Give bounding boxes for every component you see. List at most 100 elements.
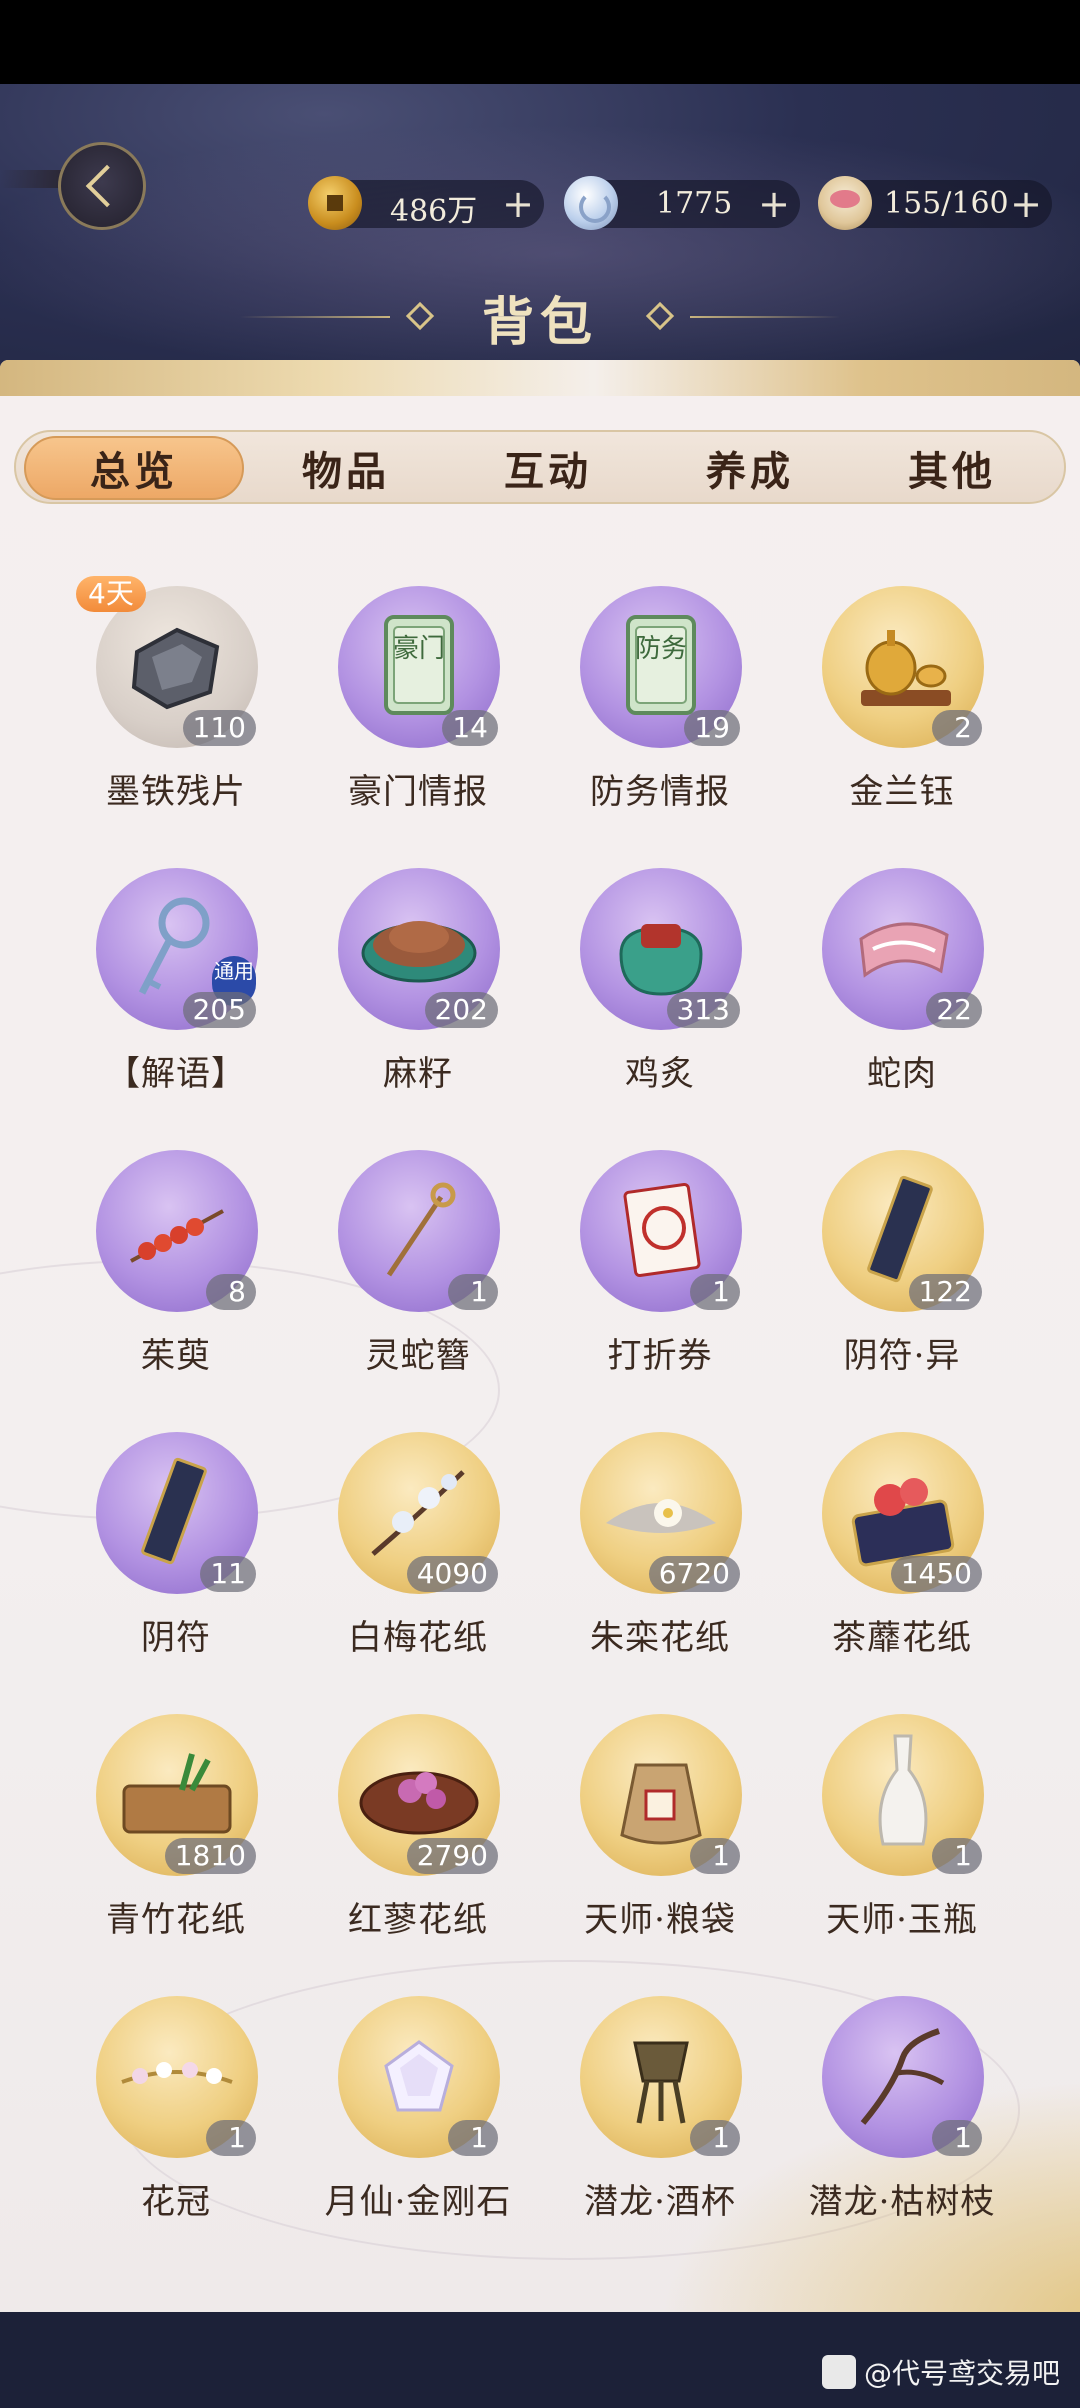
- inventory-item[interactable]: 22 蛇肉: [802, 868, 1002, 1098]
- inventory-item[interactable]: 1 打折券: [560, 1150, 760, 1380]
- item-name: 朱栾花纸: [590, 1618, 730, 1658]
- tab-cultivation[interactable]: 养成: [640, 436, 860, 500]
- tab-interaction[interactable]: 互动: [438, 436, 658, 500]
- item-name: 【解语】: [106, 1054, 246, 1094]
- inventory-item[interactable]: 1810 青竹花纸: [76, 1714, 276, 1944]
- currency-value: 486万: [390, 194, 478, 229]
- inventory-item[interactable]: 122 阴符·异: [802, 1150, 1002, 1380]
- item-count: 313: [666, 992, 740, 1028]
- item-name: 潜龙·枯树枝: [808, 2182, 996, 2222]
- back-button[interactable]: [58, 142, 146, 230]
- item-name: 天师·玉瓶: [826, 1900, 978, 1940]
- watermark: @代号鸢交易吧: [821, 2350, 1060, 2394]
- inventory-item[interactable]: 202 麻籽: [318, 868, 518, 1098]
- item-name: 青竹花纸: [106, 1900, 246, 1940]
- item-count: 1: [690, 1274, 740, 1310]
- inventory-item[interactable]: 2 金兰钰: [802, 586, 1002, 816]
- inventory-item[interactable]: 6720 朱栾花纸: [560, 1432, 760, 1662]
- currency-value: 1775: [656, 186, 733, 221]
- item-count: 1: [690, 1838, 740, 1874]
- item-name: 麻籽: [383, 1054, 453, 1094]
- item-name: 墨铁残片: [106, 772, 246, 812]
- item-count: 1: [448, 2120, 498, 2156]
- item-name: 防务情报: [590, 772, 730, 812]
- item-name: 潜龙·酒杯: [584, 2182, 736, 2222]
- item-name: 打折券: [607, 1336, 713, 1376]
- back-arrow-icon: [85, 164, 129, 208]
- inventory-item[interactable]: 通用 205 【解语】: [76, 868, 276, 1098]
- item-count: 11: [200, 1556, 256, 1592]
- inventory-item[interactable]: 1 天师·粮袋: [560, 1714, 760, 1944]
- item-count: 205: [182, 992, 256, 1028]
- add-copper-button[interactable]: +: [502, 182, 534, 226]
- tab-items[interactable]: 物品: [236, 436, 456, 500]
- inventory-item[interactable]: 110 4天墨铁残片: [76, 576, 276, 816]
- item-name: 白梅花纸: [348, 1618, 488, 1658]
- status-bar: [0, 0, 1080, 84]
- item-count: 6720: [648, 1556, 740, 1592]
- category-tabs: 总览 物品 互动 养成 其他: [14, 430, 1066, 504]
- inventory-item[interactable]: 2790 红蓼花纸: [318, 1714, 518, 1944]
- add-jade-button[interactable]: +: [758, 182, 790, 226]
- tab-overview[interactable]: 总览: [24, 436, 244, 500]
- item-name: 灵蛇簪: [365, 1336, 471, 1376]
- item-count: 1: [690, 2120, 740, 2156]
- item-name: 阴符: [141, 1618, 211, 1658]
- inventory-item[interactable]: 1 灵蛇簪: [318, 1150, 518, 1380]
- item-count: 8: [206, 1274, 256, 1310]
- item-name: 阴符·异: [843, 1336, 961, 1376]
- tieba-logo-icon: [821, 2355, 856, 2389]
- inventory-item[interactable]: 豪门 14 豪门情报: [318, 586, 518, 816]
- inventory-item[interactable]: 1450 茶蘼花纸: [802, 1432, 1002, 1662]
- inventory-item[interactable]: 防务 19 防务情报: [560, 586, 760, 816]
- inventory-item[interactable]: 4090 白梅花纸: [318, 1432, 518, 1662]
- tab-other[interactable]: 其他: [842, 436, 1062, 500]
- tablet-text: 豪门: [392, 634, 445, 664]
- item-name: 红蓼花纸: [348, 1900, 488, 1940]
- item-name: 月仙·金刚石: [324, 2182, 512, 2222]
- inventory-item[interactable]: 11 阴符: [76, 1432, 276, 1662]
- item-name: 金兰钰: [849, 772, 955, 812]
- item-name: 天师·粮袋: [584, 1900, 736, 1940]
- jade-orb-icon: [564, 176, 618, 230]
- item-count: 4090: [406, 1556, 498, 1592]
- item-count: 2790: [406, 1838, 498, 1874]
- copper-coin-icon: [308, 176, 362, 230]
- currency-jade: 1775 +: [564, 176, 800, 230]
- inventory-panel: 总览 物品 互动 养成 其他 110 4天墨铁残片 豪门 14 豪门情报 防务 19 防务情报…: [0, 360, 1080, 2312]
- item-name: 豪门情报: [348, 772, 488, 812]
- item-count: 1: [448, 1274, 498, 1310]
- item-name: 鸡炙: [625, 1054, 695, 1094]
- item-count: 1: [932, 1838, 982, 1874]
- expiry-badge: 4天: [76, 576, 146, 612]
- item-count: 19: [684, 710, 740, 746]
- item-count: 1810: [164, 1838, 256, 1874]
- inventory-item[interactable]: 1 月仙·金刚石: [318, 1996, 518, 2226]
- tablet-text: 防务: [634, 634, 687, 664]
- inventory-item[interactable]: 1 潜龙·酒杯: [560, 1996, 760, 2226]
- inventory-item[interactable]: 1 天师·玉瓶: [802, 1714, 1002, 1944]
- currency-food: 155/160 +: [818, 176, 1052, 230]
- item-count: 110: [182, 710, 256, 746]
- item-name: 茶蘼花纸: [832, 1618, 972, 1658]
- inventory-item[interactable]: 1 花冠: [76, 1996, 276, 2226]
- item-name: 茱萸: [141, 1336, 211, 1376]
- currency-value: 155/160: [884, 186, 1009, 221]
- item-name: 花冠: [141, 2182, 211, 2222]
- currency-copper: 486万 +: [308, 176, 544, 230]
- item-count: 22: [926, 992, 982, 1028]
- item-count: 1: [206, 2120, 256, 2156]
- item-count: 122: [908, 1274, 982, 1310]
- inventory-item[interactable]: 1 潜龙·枯树枝: [802, 1996, 1002, 2226]
- item-count: 14: [442, 710, 498, 746]
- item-count: 2: [932, 710, 982, 746]
- inventory-item[interactable]: 8 茱萸: [76, 1150, 276, 1380]
- add-food-button[interactable]: +: [1010, 182, 1042, 226]
- item-count: 1: [932, 2120, 982, 2156]
- item-count: 1450: [890, 1556, 982, 1592]
- item-name: 蛇肉: [867, 1054, 937, 1094]
- food-bowl-icon: [818, 176, 872, 230]
- inventory-item[interactable]: 313 鸡炙: [560, 868, 760, 1098]
- item-count: 202: [424, 992, 498, 1028]
- page-title: 背包: [481, 292, 598, 353]
